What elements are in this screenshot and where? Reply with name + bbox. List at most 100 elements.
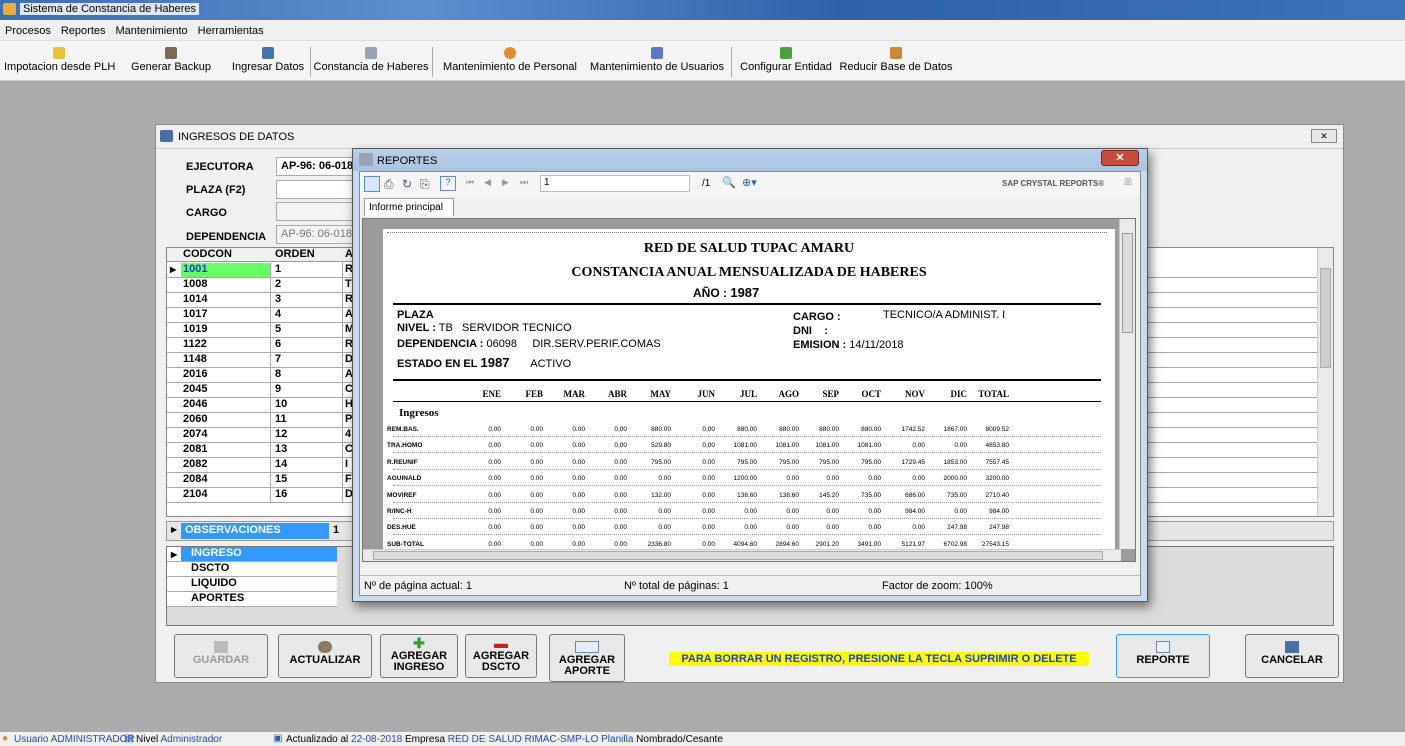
scroll-thumb[interactable] <box>1320 268 1331 368</box>
toolbar-label: Impotacion desde PLH <box>4 61 116 73</box>
orden-cell[interactable]: 9 <box>271 383 343 397</box>
exit-icon <box>1285 641 1299 653</box>
first-page-icon[interactable]: ⏮ <box>466 177 474 188</box>
copy-icon[interactable]: ⎘ <box>420 177 430 192</box>
row-name: R.REUNIF <box>387 458 418 466</box>
edit-icon <box>160 130 173 142</box>
menu-reportes[interactable]: Reportes <box>56 20 111 37</box>
orden-cell[interactable]: 6 <box>271 338 343 352</box>
totals-row[interactable]: ▶ INGRESO <box>167 547 337 562</box>
cargo-label: CARGO : <box>793 311 841 323</box>
toolbar-label: Mantenimiento de Usuarios <box>590 61 724 73</box>
column-header[interactable]: CODCON <box>181 248 271 262</box>
toolbar-import-button[interactable]: Impotacion desde PLH <box>4 41 116 81</box>
print-icon[interactable]: ⎙ <box>384 177 394 192</box>
app-icon <box>3 3 16 15</box>
codcon-cell[interactable]: 2016 <box>181 368 271 382</box>
agregar-dscto-button[interactable]: ▬ AGREGAR DSCTO <box>465 634 537 678</box>
orden-cell[interactable]: 16 <box>271 488 343 502</box>
codcon-cell[interactable]: 1148 <box>181 353 271 367</box>
orden-cell[interactable]: 1 <box>271 263 343 277</box>
orden-cell[interactable]: 2 <box>271 278 343 292</box>
amount-cell: 735.00 <box>947 491 967 499</box>
orden-cell[interactable]: 4 <box>271 308 343 322</box>
guardar-button[interactable]: GUARDAR <box>174 634 268 678</box>
toolbar-constancia-button[interactable]: Constancia de Haberes <box>313 41 429 81</box>
totals-label: LIQUIDO <box>191 577 237 589</box>
totals-row[interactable]: APORTES <box>167 592 337 607</box>
close-icon[interactable]: ☒ <box>1124 177 1132 188</box>
menu-procesos[interactable]: Procesos <box>0 20 56 37</box>
scroll-thumb[interactable] <box>373 551 1103 560</box>
page-number-input[interactable]: 1 <box>540 175 690 192</box>
amount-cell: 0.00 <box>702 491 715 499</box>
orden-cell[interactable]: 15 <box>271 473 343 487</box>
report-canvas[interactable]: RED DE SALUD TUPAC AMARU CONSTANCIA ANUA… <box>362 218 1136 562</box>
orden-cell[interactable]: 7 <box>271 353 343 367</box>
amount-cell: 0.00 <box>658 508 671 515</box>
month-header: OCT <box>861 389 881 399</box>
orden-cell[interactable]: 10 <box>271 398 343 412</box>
agregar-aporte-button[interactable]: AGREGAR APORTE <box>549 634 625 682</box>
codcon-cell[interactable]: 1001 <box>181 263 271 277</box>
codcon-cell[interactable]: 2060 <box>181 413 271 427</box>
menu-mantenimiento[interactable]: Mantenimiento <box>111 20 193 37</box>
tab-informe-principal[interactable]: Informe principal <box>364 198 454 216</box>
nivel-desc: SERVIDOR TECNICO <box>462 322 572 334</box>
toolbar-separator <box>432 47 433 77</box>
find-icon[interactable]: 🔍 <box>722 176 736 189</box>
codcon-cell[interactable]: 2084 <box>181 473 271 487</box>
codcon-cell[interactable]: 1008 <box>181 278 271 292</box>
close-icon[interactable]: ✕ <box>1311 129 1337 143</box>
codcon-cell[interactable]: 1019 <box>181 323 271 337</box>
codcon-cell[interactable]: 2104 <box>181 488 271 502</box>
orden-cell[interactable]: 3 <box>271 293 343 307</box>
last-page-icon[interactable]: ⏭ <box>520 177 528 188</box>
close-icon[interactable]: ✕ <box>1101 150 1139 166</box>
export-icon[interactable] <box>364 176 380 192</box>
amount-cell: 0.00 <box>912 475 925 483</box>
menu-herramientas[interactable]: Herramientas <box>193 20 269 37</box>
totals-row[interactable]: DSCTO <box>167 562 337 577</box>
orden-cell[interactable]: 12 <box>271 428 343 442</box>
codcon-cell[interactable]: 1017 <box>181 308 271 322</box>
actualizar-button[interactable]: ACTUALIZAR <box>278 634 372 678</box>
toolbar-backup-button[interactable]: Generar Backup <box>116 41 226 81</box>
reporte-button[interactable]: REPORTE <box>1116 634 1210 678</box>
amount-cell: 984.00 <box>905 508 925 515</box>
codcon-cell[interactable]: 2081 <box>181 443 271 457</box>
agregar-ingreso-button[interactable]: ✚ AGREGAR INGRESO <box>380 634 458 678</box>
codcon-cell[interactable]: 2046 <box>181 398 271 412</box>
toolbar-reducir-button[interactable]: Reducir Base de Datos <box>838 41 954 81</box>
codcon-cell[interactable]: 1122 <box>181 338 271 352</box>
totals-row[interactable]: LIQUIDO <box>167 577 337 592</box>
toolbar-personal-button[interactable]: Mantenimiento de Personal <box>436 41 584 81</box>
orden-cell[interactable]: 8 <box>271 368 343 382</box>
toolbar-ingresar-button[interactable]: Ingresar Datos <box>228 41 308 81</box>
amount-cell: 145.20 <box>819 491 839 499</box>
codcon-cell[interactable]: 1014 <box>181 293 271 307</box>
refresh-icon[interactable]: ↻ <box>402 177 412 191</box>
codcon-cell[interactable]: 2082 <box>181 458 271 472</box>
toolbar-usuarios-button[interactable]: Mantenimiento de Usuarios <box>586 41 728 81</box>
next-page-icon[interactable]: ▶ <box>502 177 509 188</box>
observaciones-label: OBSERVACIONES <box>181 523 329 539</box>
cancelar-button[interactable]: CANCELAR <box>1245 634 1339 678</box>
report-vscroll[interactable] <box>1119 219 1135 549</box>
report-hscroll[interactable] <box>363 549 1121 561</box>
orden-cell[interactable]: 11 <box>271 413 343 427</box>
config-icon <box>780 47 792 59</box>
codcon-cell[interactable]: 2074 <box>181 428 271 442</box>
help-icon[interactable]: ? <box>440 176 456 191</box>
orden-cell[interactable]: 13 <box>271 443 343 457</box>
codcon-cell[interactable]: 2045 <box>181 383 271 397</box>
column-header[interactable]: ORDEN <box>271 248 343 262</box>
orden-cell[interactable]: 5 <box>271 323 343 337</box>
totals-label: DSCTO <box>191 562 230 574</box>
prev-page-icon[interactable]: ◀ <box>484 177 491 188</box>
scroll-thumb[interactable] <box>1122 233 1133 333</box>
orden-cell[interactable]: 14 <box>271 458 343 472</box>
zoom-icon[interactable]: ⊕▾ <box>742 176 757 189</box>
toolbar-entidad-button[interactable]: Configurar Entidad <box>737 41 835 81</box>
grid-scrollbar[interactable] <box>1317 248 1333 516</box>
